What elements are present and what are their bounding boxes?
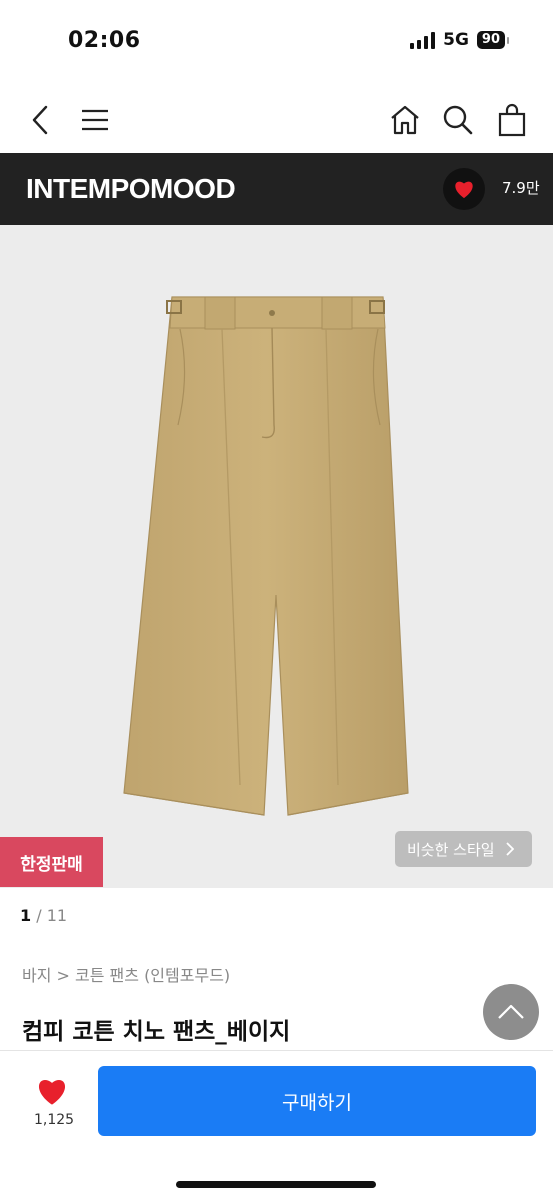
network-type: 5G	[443, 30, 469, 50]
brand-name[interactable]: INTEMPOMOOD	[26, 173, 236, 205]
battery-level: 90	[476, 31, 505, 49]
similar-style-label: 비슷한 스타일	[407, 840, 495, 859]
chevron-right-icon	[505, 842, 514, 856]
scroll-to-top-button[interactable]	[483, 984, 539, 1040]
product-image[interactable]	[0, 225, 553, 888]
page-total: / 11	[31, 906, 68, 925]
product-title: 컴피 코튼 치노 팬츠_베이지	[22, 1019, 291, 1045]
similar-style-button[interactable]: 비슷한 스타일	[395, 831, 532, 867]
nav-bar	[0, 88, 553, 150]
battery-icon: 90	[476, 31, 509, 49]
back-icon[interactable]	[20, 100, 60, 140]
brand-like-count: 7.9만	[502, 179, 540, 197]
status-indicators: 5G 90	[410, 30, 509, 50]
home-indicator	[176, 1181, 376, 1188]
menu-icon[interactable]	[75, 100, 115, 140]
status-time: 02:06	[68, 28, 141, 53]
page-current: 1	[20, 906, 32, 925]
shopping-bag-icon[interactable]	[492, 100, 532, 140]
limited-sale-badge: 한정판매	[0, 837, 103, 887]
search-icon[interactable]	[438, 100, 478, 140]
heart-icon	[455, 181, 473, 199]
heart-icon	[38, 1079, 66, 1105]
like-count: 1,125	[34, 1112, 75, 1128]
buy-button[interactable]: 구매하기	[98, 1066, 536, 1136]
chevron-up-icon	[498, 1004, 524, 1019]
image-page-indicator: 1 / 11	[20, 906, 67, 925]
brand-like-button[interactable]	[443, 168, 485, 210]
status-bar: 02:06 5G 90	[0, 0, 553, 80]
signal-icon	[410, 31, 436, 49]
breadcrumb[interactable]: 바지 > 코튼 팬츠 (인템포무드)	[22, 962, 230, 986]
home-icon[interactable]	[385, 100, 425, 140]
